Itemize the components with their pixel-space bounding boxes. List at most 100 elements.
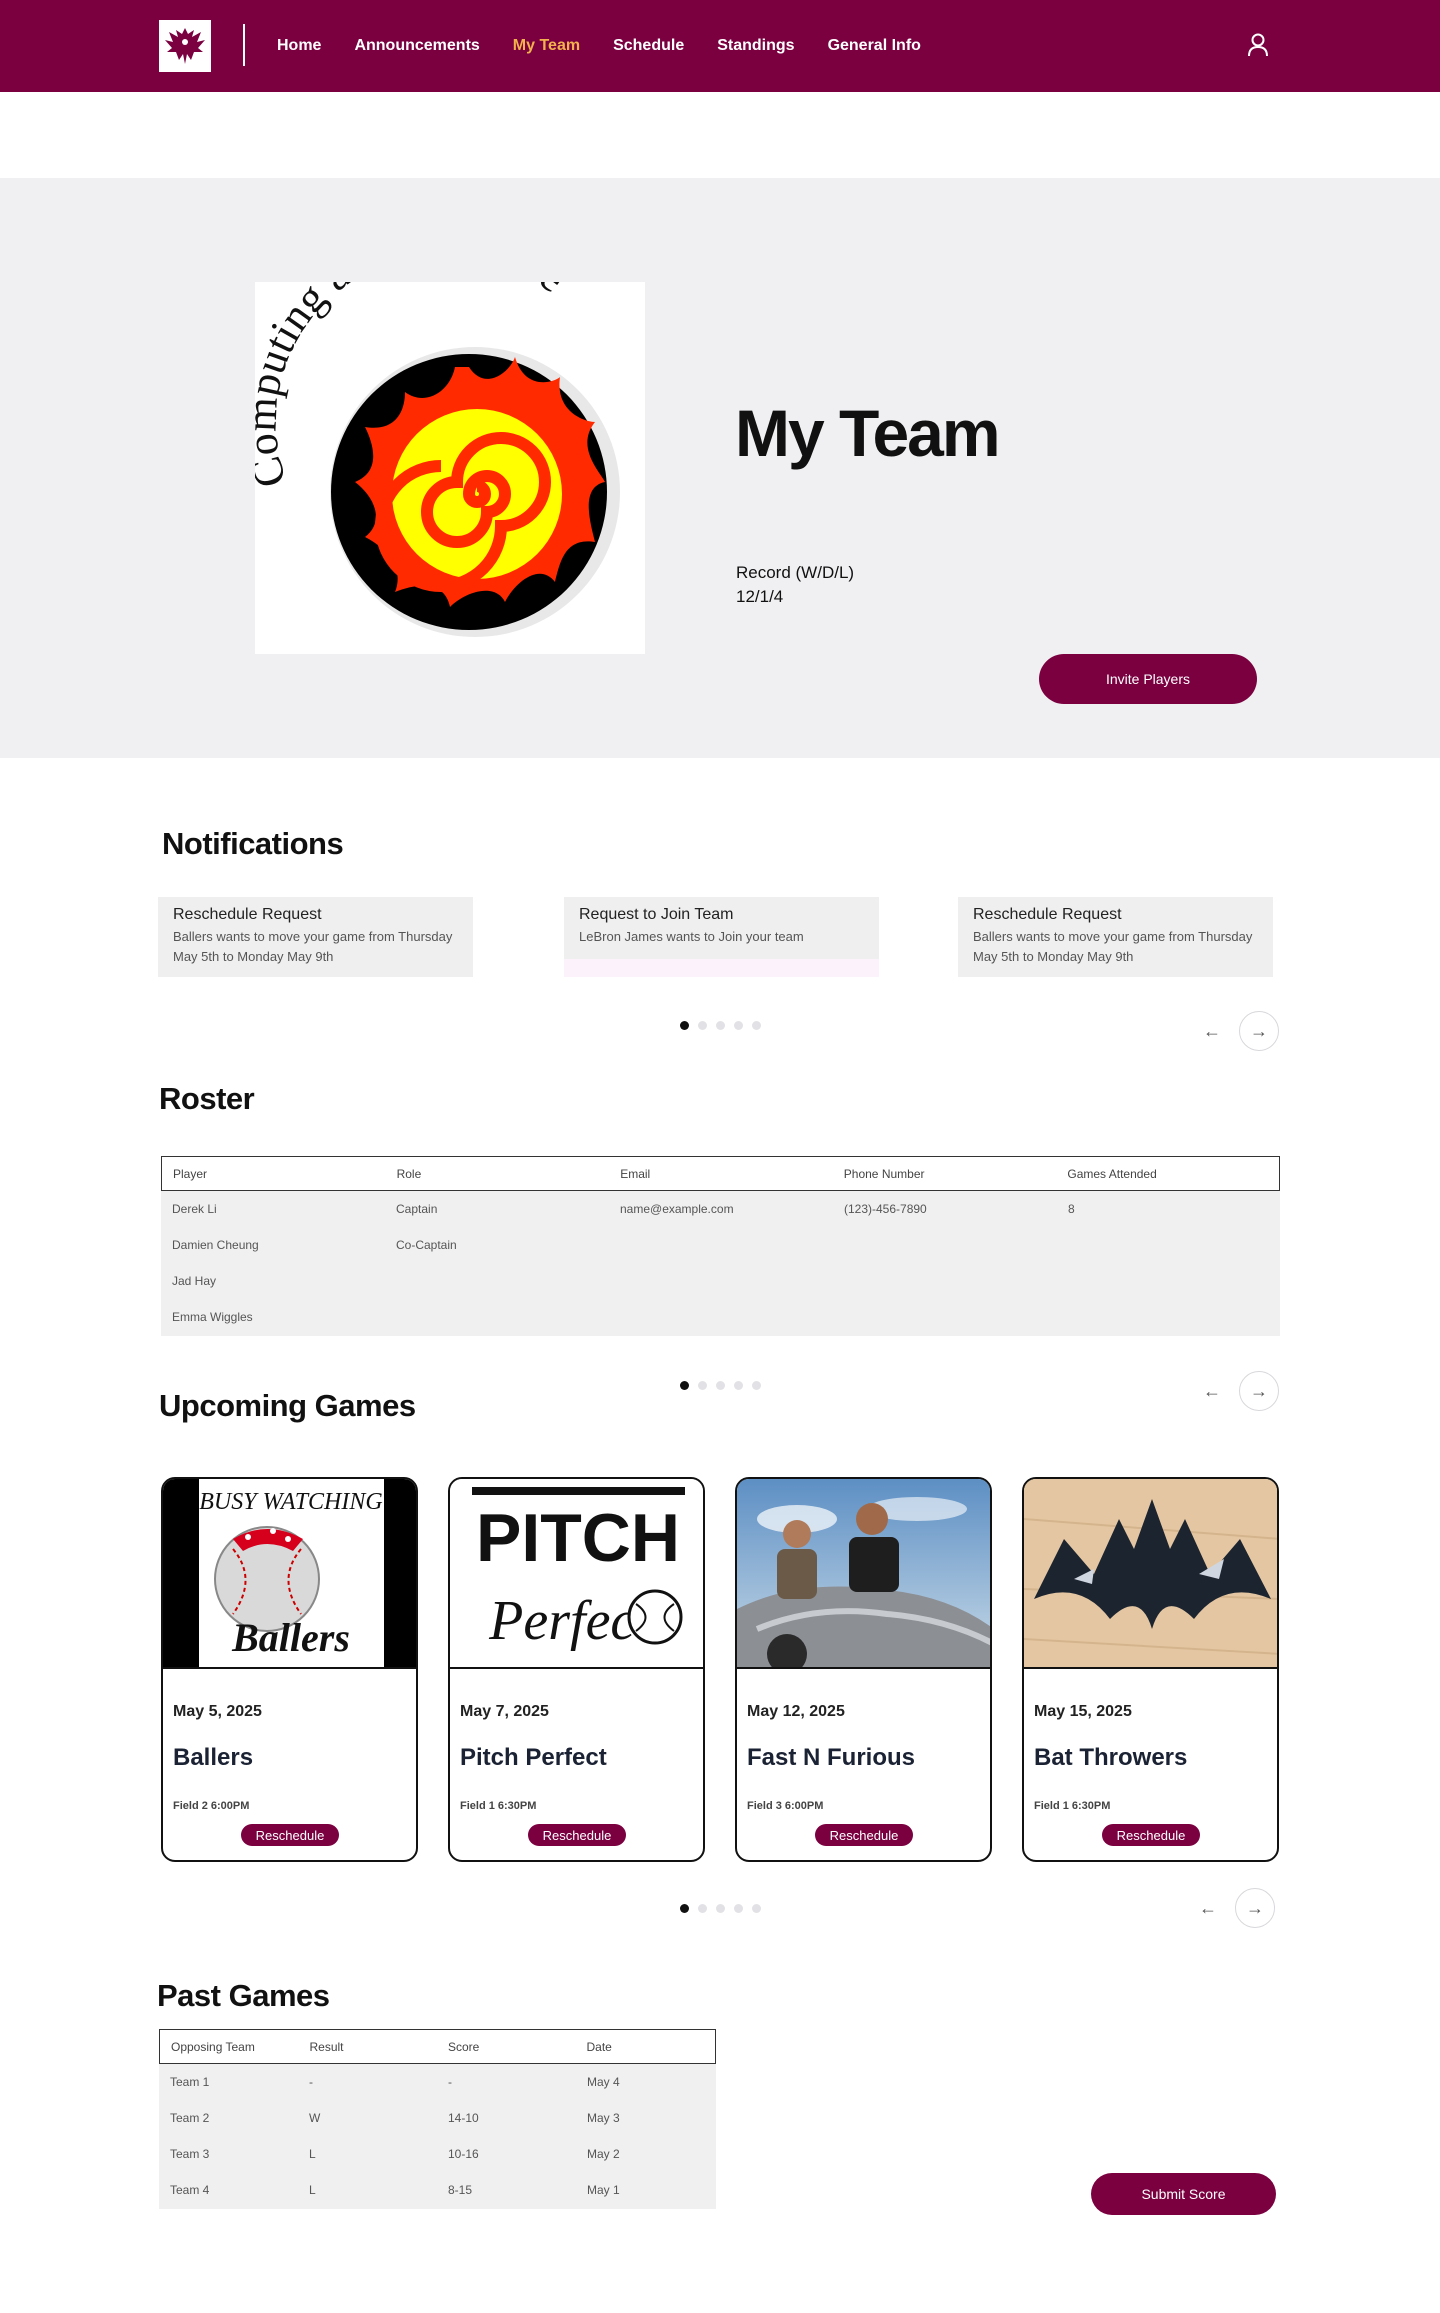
game-card[interactable]: BUSY WATCHING Ballers May 5, 2025 Baller… [161, 1477, 418, 1862]
notifications-pagination [680, 1021, 761, 1030]
nav-links: Home Announcements My Team Schedule Stan… [277, 0, 921, 92]
pagination-dot[interactable] [752, 1021, 761, 1030]
pagination-dot[interactable] [680, 1021, 689, 1030]
table-row[interactable]: Team 4 L 8-15 May 1 [159, 2172, 716, 2208]
user-account-icon[interactable] [1243, 30, 1273, 60]
table-cell: Derek Li [172, 1202, 217, 1216]
game-field-time: Field 1 6:30PM [460, 1800, 537, 1812]
image-caption: Perfect [488, 1590, 652, 1652]
nav-schedule[interactable]: Schedule [613, 37, 684, 55]
game-image: PITCH Perfect [450, 1479, 703, 1669]
roster-table-header: Player Role Email Phone Number Games Att… [161, 1156, 1280, 1191]
column-header[interactable]: Date [576, 2040, 716, 2054]
game-image [1024, 1479, 1277, 1669]
table-row[interactable]: Damien Cheung Co-Captain [161, 1227, 1280, 1263]
table-row[interactable]: Team 1 - - May 4 [159, 2064, 716, 2100]
roster-heading: Roster [159, 1081, 255, 1116]
game-date: May 15, 2025 [1034, 1703, 1132, 1720]
game-date: May 12, 2025 [747, 1703, 845, 1720]
arrow-left-icon[interactable]: ← [1195, 1014, 1229, 1048]
reschedule-button[interactable]: Reschedule [815, 1824, 913, 1846]
pagination-dot[interactable] [698, 1021, 707, 1030]
notifications-heading: Notifications [162, 826, 344, 861]
column-header[interactable]: Games Attended [1056, 1167, 1279, 1181]
notification-body: LeBron James wants to Join your team [579, 929, 804, 944]
pagination-dot[interactable] [752, 1381, 761, 1390]
game-card[interactable]: May 15, 2025 Bat Throwers Field 1 6:30PM… [1022, 1477, 1279, 1862]
table-cell: Jad Hay [172, 1274, 217, 1288]
pagination-dot[interactable] [752, 1904, 761, 1913]
pagination-dot[interactable] [698, 1381, 707, 1390]
column-header[interactable]: Phone Number [833, 1167, 1057, 1181]
table-cell: W [309, 2111, 321, 2125]
pagination-dot[interactable] [734, 1381, 743, 1390]
column-header[interactable]: Role [386, 1167, 610, 1181]
game-opponent: Fast N Furious [747, 1744, 916, 1771]
table-row[interactable]: Jad Hay [161, 1263, 1280, 1299]
pagination-dot[interactable] [716, 1904, 725, 1913]
table-row[interactable]: Team 3 L 10-16 May 2 [159, 2136, 716, 2172]
column-header[interactable]: Email [609, 1167, 833, 1181]
pagination-dot[interactable] [734, 1021, 743, 1030]
nav-my-team[interactable]: My Team [513, 37, 580, 55]
page-title: My Team [735, 396, 1001, 470]
column-header[interactable]: Opposing Team [160, 2040, 299, 2054]
column-header[interactable]: Score [437, 2040, 576, 2054]
arrow-right-icon[interactable]: → [1239, 1011, 1279, 1051]
past-games-table-header: Opposing Team Result Score Date [159, 2029, 716, 2064]
reschedule-button[interactable]: Reschedule [528, 1824, 626, 1846]
column-header[interactable]: Player [162, 1167, 386, 1181]
nav-home[interactable]: Home [277, 37, 321, 55]
upcoming-games-heading: Upcoming Games [159, 1388, 416, 1423]
table-row[interactable]: Derek Li Captain name@example.com (123)-… [161, 1191, 1280, 1227]
submit-score-button[interactable]: Submit Score [1091, 2173, 1276, 2215]
table-cell: Team 3 [170, 2147, 210, 2161]
image-caption-top: BUSY WATCHING [199, 1489, 382, 1515]
notification-body: Ballers wants to move your game from Thu… [173, 929, 453, 964]
notification-card[interactable]: Request to Join Team LeBron James wants … [564, 897, 879, 977]
game-field-time: Field 1 6:30PM [1034, 1800, 1111, 1812]
arrow-left-icon[interactable]: ← [1195, 1374, 1229, 1408]
pagination-dot[interactable] [716, 1381, 725, 1390]
team-logo: Computing and Software [236, 215, 645, 654]
pagination-dot[interactable] [698, 1904, 707, 1913]
table-cell: 10-16 [448, 2147, 479, 2161]
notification-title: Reschedule Request [173, 906, 322, 923]
reschedule-button[interactable]: Reschedule [1102, 1824, 1200, 1846]
upcoming-games-pagination [680, 1904, 761, 1913]
table-cell: L [309, 2147, 316, 2161]
pagination-dot[interactable] [716, 1021, 725, 1030]
table-cell: (123)-456-7890 [844, 1202, 927, 1216]
table-cell: Team 2 [170, 2111, 210, 2125]
notification-card[interactable]: Reschedule Request Ballers wants to move… [958, 897, 1273, 977]
game-field-time: Field 2 6:00PM [173, 1800, 250, 1812]
arrow-right-icon[interactable]: → [1239, 1371, 1279, 1411]
invite-players-button[interactable]: Invite Players [1039, 654, 1257, 704]
pagination-dot[interactable] [680, 1381, 689, 1390]
notification-card[interactable]: Reschedule Request Ballers wants to move… [158, 897, 473, 977]
table-cell: May 3 [587, 2111, 620, 2125]
reschedule-button[interactable]: Reschedule [241, 1824, 339, 1846]
top-navbar: Home Announcements My Team Schedule Stan… [0, 0, 1440, 92]
site-logo[interactable] [159, 20, 211, 72]
nav-announcements[interactable]: Announcements [354, 37, 479, 55]
game-opponent: Ballers [173, 1744, 254, 1771]
arrow-right-icon[interactable]: → [1235, 1888, 1275, 1928]
past-games-heading: Past Games [157, 1978, 330, 2013]
nav-standings[interactable]: Standings [717, 37, 794, 55]
table-cell: Team 4 [170, 2183, 210, 2197]
table-cell: 8 [1068, 1202, 1075, 1216]
game-card[interactable]: PITCH Perfect May 7, 2025 Pitch Perfect … [448, 1477, 705, 1862]
game-image: BUSY WATCHING Ballers [163, 1479, 416, 1669]
table-row[interactable]: Team 2 W 14-10 May 3 [159, 2100, 716, 2136]
column-header[interactable]: Result [299, 2040, 438, 2054]
table-row[interactable]: Emma Wiggles [161, 1299, 1280, 1335]
table-cell: May 2 [587, 2147, 620, 2161]
game-card[interactable]: May 12, 2025 Fast N Furious Field 3 6:00… [735, 1477, 992, 1862]
arrow-left-icon[interactable]: ← [1191, 1891, 1225, 1925]
pagination-dot[interactable] [734, 1904, 743, 1913]
notification-title: Request to Join Team [579, 906, 734, 923]
pagination-dot[interactable] [680, 1904, 689, 1913]
table-cell: Damien Cheung [172, 1238, 259, 1252]
nav-general-info[interactable]: General Info [828, 37, 921, 55]
